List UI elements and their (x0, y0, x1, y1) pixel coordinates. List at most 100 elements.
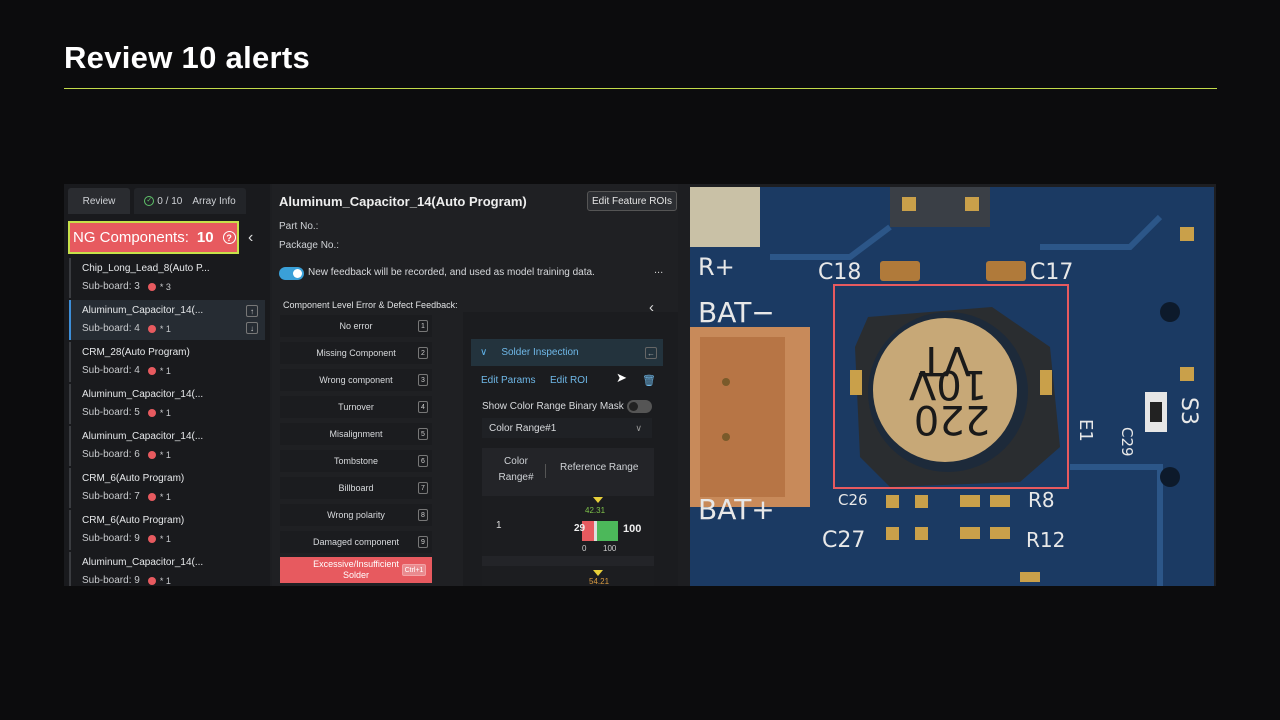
table-row[interactable]: 1 42.31 29 100 0 100 (482, 496, 654, 556)
capacitor-label: 220 (914, 396, 990, 442)
feedback-toggle[interactable] (279, 267, 304, 280)
collapse-icon[interactable]: ← (645, 347, 657, 359)
error-label: Wrong polarity (327, 510, 385, 520)
error-option-excessive-insufficient-solder[interactable]: Excessive/Insufficient Solder Ctrl+1 (280, 557, 432, 583)
component-title: Aluminum_Capacitor_14(Auto Program) (279, 194, 527, 209)
error-dot-icon (147, 450, 156, 459)
help-icon[interactable]: ? (222, 231, 236, 244)
error-option-billboard[interactable]: Billboard 7 (280, 477, 432, 499)
error-section-title: Component Level Error & Defect Feedback: (283, 300, 458, 310)
binary-mask-toggle[interactable] (627, 400, 652, 413)
silk-label: C26 (838, 491, 868, 509)
error-label: Billboard (338, 483, 374, 493)
row-index: 1 (496, 520, 502, 531)
error-dot-icon (147, 492, 156, 501)
color-range-select[interactable]: Color Range#1 ∨ (482, 418, 652, 438)
collapse-right-chevron-icon[interactable]: ‹ (649, 299, 654, 316)
component-list-item[interactable]: CRM_28(Auto Program) Sub-board: 4 * 1 (69, 342, 265, 382)
move-down-icon[interactable]: ↓ (246, 322, 258, 334)
error-option-damaged-component[interactable]: Damaged component 9 (280, 531, 432, 553)
error-option-missing-component[interactable]: Missing Component 2 (280, 342, 432, 364)
component-name: Aluminum_Capacitor_14(... (82, 557, 204, 568)
feedback-notice: New feedback will be recorded, and used … (308, 267, 595, 278)
array-info-label: Array Info (192, 195, 236, 207)
pcb-image: VT 10V 220 R+ C18 C17 BAT− BAT+ C26 C27 … (690, 187, 1214, 586)
binary-mask-label: Show Color Range Binary Mask (482, 401, 624, 412)
shortcut-key: Ctrl+1 (402, 564, 426, 576)
collapse-left-chevron-icon[interactable]: ‹ (248, 229, 253, 247)
component-list-item-selected[interactable]: Aluminum_Capacitor_14(... Sub-board: 4 * … (69, 300, 265, 340)
sub-board-label: Sub-board: 3 (82, 281, 140, 292)
sub-board-label: Sub-board: 5 (82, 407, 140, 418)
range-bar[interactable] (582, 521, 618, 541)
shortcut-key: 2 (418, 347, 428, 359)
range-low-value: 29 (574, 523, 586, 534)
trash-icon[interactable]: 🗑 (642, 374, 656, 387)
silk-label: S3 (1176, 397, 1201, 425)
error-count: * 1 (159, 491, 171, 502)
range-bar-marker[interactable] (594, 521, 597, 541)
indicator-triangle-icon (593, 497, 603, 503)
shortcut-key: 7 (418, 482, 428, 494)
error-label: Misalignment (329, 429, 383, 439)
component-name: Aluminum_Capacitor_14(... (82, 305, 204, 316)
range-high-value: 100 (623, 523, 642, 535)
component-list-item[interactable]: Aluminum_Capacitor_14(... Sub-board: 5 * … (69, 384, 265, 424)
error-option-tombstone[interactable]: Tombstone 6 (280, 450, 432, 472)
error-label: Missing Component (316, 348, 396, 358)
inspection-image[interactable]: VT 10V 220 R+ C18 C17 BAT− BAT+ C26 C27 … (690, 187, 1214, 586)
error-count: * 1 (159, 449, 171, 460)
silk-label: R8 (1028, 488, 1055, 512)
shortcut-key: 4 (418, 401, 428, 413)
col-header-color-range: Color Range# (498, 456, 534, 483)
error-count: * 1 (159, 365, 171, 376)
shortcut-key: 8 (418, 509, 428, 521)
component-list-item[interactable]: CRM_6(Auto Program) Sub-board: 7 * 1 (69, 468, 265, 508)
component-list-item[interactable]: Aluminum_Capacitor_14(... Sub-board: 6 * … (69, 426, 265, 466)
indicator-triangle-icon (593, 570, 603, 576)
range-min-label: 0 (582, 544, 587, 553)
edit-params-link[interactable]: Edit Params (481, 375, 535, 386)
review-app: Review ✓ 0 / 10 Array Info NG Components… (64, 184, 1216, 586)
component-name: CRM_28(Auto Program) (82, 347, 190, 358)
edit-feature-rois-button[interactable]: Edit Feature ROIs (587, 191, 677, 211)
part-no-label: Part No.: (279, 221, 319, 232)
tab-review[interactable]: Review (68, 188, 130, 214)
table-row[interactable]: 54.21 (482, 566, 654, 586)
check-circle-icon: ✓ (144, 196, 155, 206)
silk-label: C18 (818, 260, 861, 285)
error-dot-icon (147, 534, 156, 543)
component-name: CRM_6(Auto Program) (82, 473, 185, 484)
chevron-down-icon: ∨ (480, 347, 488, 358)
component-detail-panel: Aluminum_Capacitor_14(Auto Program) Edit… (272, 184, 678, 586)
shortcut-key: 3 (418, 374, 428, 386)
error-option-turnover[interactable]: Turnover 4 (280, 396, 432, 418)
header-divider (545, 464, 546, 478)
silk-label: R12 (1026, 528, 1065, 552)
tab-array-info[interactable]: ✓ 0 / 10 Array Info (134, 188, 246, 214)
error-count: * 1 (159, 323, 171, 334)
error-option-wrong-component[interactable]: Wrong component 3 (280, 369, 432, 391)
error-count: * 1 (159, 407, 171, 418)
move-up-icon[interactable]: ↑ (246, 305, 258, 317)
component-list-item[interactable]: Chip_Long_Lead_8(Auto P... Sub-board: 3 *… (69, 258, 265, 298)
error-label: Damaged component (312, 537, 400, 547)
sub-board-label: Sub-board: 9 (82, 533, 140, 544)
silk-label: C27 (822, 528, 865, 553)
solder-inspection-label: Solder Inspection (501, 347, 579, 358)
edit-roi-link[interactable]: Edit ROI (550, 375, 588, 386)
error-option-no-error[interactable]: No error 1 (280, 315, 432, 337)
color-range-table: Color Range# Reference Range 1 42.31 29 … (482, 448, 654, 586)
component-list-item[interactable]: CRM_6(Auto Program) Sub-board: 9 * 1 (69, 510, 265, 550)
sub-board-label: Sub-board: 7 (82, 491, 140, 502)
error-option-misalignment[interactable]: Misalignment 5 (280, 423, 432, 445)
solder-inspection-header[interactable]: ∨ Solder Inspection ← (471, 339, 663, 366)
chevron-down-icon: ∨ (635, 422, 642, 433)
more-options-icon[interactable]: ... (654, 264, 663, 276)
silk-label: C29 (1118, 427, 1136, 457)
ng-component-panel: Review ✓ 0 / 10 Array Info NG Components… (64, 184, 270, 586)
error-option-wrong-polarity[interactable]: Wrong polarity 8 (280, 504, 432, 526)
component-list-item[interactable]: Aluminum_Capacitor_14(... Sub-board: 9 * … (69, 552, 265, 586)
error-dot-icon (147, 366, 156, 375)
shortcut-key: 1 (418, 320, 428, 332)
